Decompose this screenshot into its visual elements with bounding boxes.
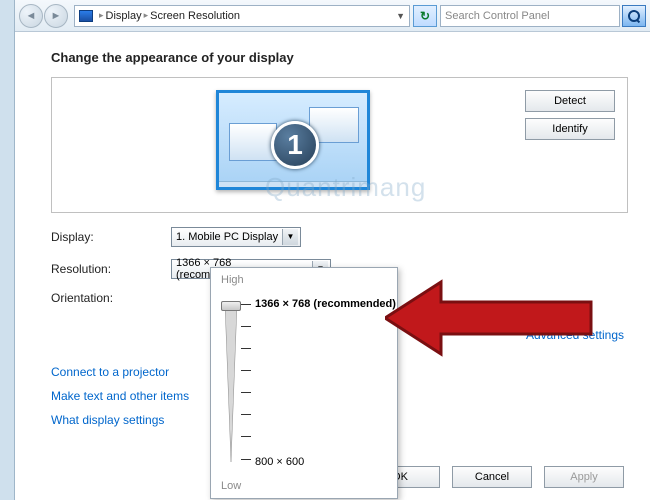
monitor-preview[interactable]: 1 — [216, 90, 370, 190]
control-panel-window: ◄ ► ▸ Display ▸ Screen Resolution ▼ ↻ Se… — [14, 0, 650, 500]
nav-buttons: ◄ ► — [19, 4, 68, 28]
advanced-settings-link[interactable]: Advanced settings — [526, 328, 624, 342]
page-title: Change the appearance of your display — [51, 50, 628, 65]
search-input[interactable]: Search Control Panel — [440, 5, 620, 27]
display-row: Display: 1. Mobile PC Display — [51, 227, 628, 247]
resolution-slider-panel: High 1366 × 768 (recommended) 800 × 600 … — [210, 267, 398, 499]
slider-track[interactable]: 1366 × 768 (recommended) 800 × 600 — [225, 304, 385, 468]
slider-min-label: 800 × 600 — [255, 456, 304, 468]
display-label: Display: — [51, 230, 171, 244]
control-panel-icon — [79, 10, 93, 22]
crumb-leaf: Screen Resolution — [150, 10, 240, 22]
slider-triangle-icon — [225, 304, 237, 462]
slider-thumb[interactable] — [221, 301, 241, 311]
forward-button[interactable]: ► — [44, 4, 68, 28]
search-button[interactable] — [622, 5, 646, 27]
toolbar: ◄ ► ▸ Display ▸ Screen Resolution ▼ ↻ Se… — [15, 0, 650, 32]
refresh-button[interactable]: ↻ — [413, 5, 437, 27]
apply-button[interactable]: Apply — [544, 466, 624, 488]
mini-window-icon — [229, 123, 277, 161]
back-button[interactable]: ◄ — [19, 4, 43, 28]
detect-button[interactable]: Detect — [525, 90, 615, 112]
orientation-label: Orientation: — [51, 291, 171, 305]
dialog-buttons: OK Cancel Apply — [360, 466, 624, 488]
display-select[interactable]: 1. Mobile PC Display — [171, 227, 301, 247]
slider-current-label: 1366 × 768 (recommended) — [255, 298, 396, 310]
monitor-number-badge: 1 — [271, 121, 319, 169]
slider-high-label: High — [221, 274, 387, 286]
crumb-root: Display — [106, 10, 142, 22]
search-icon — [628, 10, 640, 22]
breadcrumb[interactable]: ▸ Display ▸ Screen Resolution ▼ — [74, 5, 410, 27]
cancel-button[interactable]: Cancel — [452, 466, 532, 488]
slider-low-label: Low — [221, 480, 241, 492]
resolution-label: Resolution: — [51, 262, 171, 276]
taskbar-icon — [219, 181, 367, 187]
identify-button[interactable]: Identify — [525, 118, 615, 140]
chevron-down-icon[interactable]: ▼ — [396, 11, 405, 21]
display-preview-box: 1 Detect Identify — [51, 77, 628, 213]
